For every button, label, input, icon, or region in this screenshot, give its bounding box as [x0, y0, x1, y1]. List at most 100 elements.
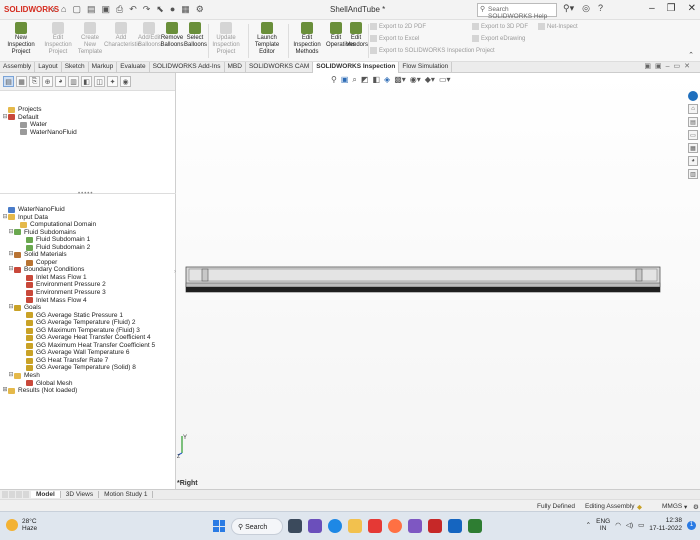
tree-item[interactable]: ⊟ Goals — [0, 304, 155, 312]
user-icon[interactable]: ◎ — [582, 3, 590, 14]
first-tab-icon[interactable] — [2, 491, 8, 498]
feature-tree-tab-icon[interactable]: ▤ — [3, 76, 14, 87]
tree-item[interactable]: GG Average Heat Transfer Coefficient 4 — [0, 334, 155, 342]
tree-item[interactable]: ⊟ Mesh — [0, 372, 155, 380]
tree-item[interactable]: Fluid Subdomain 1 — [0, 236, 155, 244]
firefox-icon[interactable] — [388, 519, 402, 533]
solidworks-resources-icon[interactable] — [688, 91, 698, 101]
dimxpert-tab-icon[interactable]: ⊕ — [42, 76, 53, 87]
maximize-button[interactable]: ❐ — [667, 3, 676, 14]
select-balloons-button[interactable]: Select Balloons — [184, 22, 207, 49]
flow-simulation-tab-icon[interactable]: ✦ — [107, 76, 118, 87]
tree-item[interactable]: ⊟ Input Data — [0, 214, 155, 222]
weather-widget[interactable]: 28°C Haze — [6, 518, 37, 532]
tree-item[interactable]: GG Average Temperature (Fluid) 2 — [0, 319, 155, 327]
model-viewport[interactable] — [176, 73, 700, 489]
export-edrawing-button[interactable]: Export eDrawing — [472, 35, 525, 42]
open-icon[interactable]: ▤ — [87, 4, 96, 15]
net-inspect-button[interactable]: Net-Inspect — [538, 23, 578, 30]
close-button[interactable]: ✕ — [688, 3, 696, 14]
tree-item[interactable]: Computational Domain — [0, 221, 155, 229]
remove-balloons-button[interactable]: Remove Balloons — [160, 22, 184, 49]
tree-item[interactable]: ⊟ Solid Materials — [0, 251, 155, 259]
add-edit-balloons-button[interactable]: Add/Edit Balloons — [138, 22, 161, 49]
tab-evaluate[interactable]: Evaluate — [117, 62, 150, 73]
tree-item[interactable]: WaterNanoFluid — [0, 129, 77, 137]
tree-item[interactable]: ⊞ Results (Not loaded) — [0, 387, 155, 395]
tree-item[interactable]: Inlet Mass Flow 4 — [0, 297, 155, 305]
cam-feature-tab-icon[interactable]: ▥ — [68, 76, 79, 87]
appearances-icon[interactable]: ◕ — [688, 156, 698, 166]
new-inspection-project-button[interactable]: New Inspection Project — [2, 22, 40, 56]
tree-item[interactable]: GG Average Wall Temperature 6 — [0, 349, 155, 357]
tree-item[interactable]: ⊟ Fluid Subdomains — [0, 229, 155, 237]
edit-vendors-button[interactable]: Edit Vendors — [346, 22, 368, 49]
select-icon[interactable]: ⬉ — [156, 4, 164, 15]
graphics-area[interactable]: ⚲ ▣ ⌕ ◩ ◧ ◈ ▩▾ ◉▾ ◆▾ ▭▾ › Y Z *Right ⌂ ▤… — [174, 73, 700, 489]
file-explorer-icon[interactable]: ▭ — [688, 130, 698, 140]
search-dropdown-icon[interactable]: ⚲▾ — [563, 3, 574, 14]
edit-operations-button[interactable]: Edit Operations — [326, 22, 355, 49]
tab-solidworks-inspection[interactable]: SOLIDWORKS Inspection — [313, 62, 400, 73]
flow-analysis-tab-icon[interactable]: ◉ — [120, 76, 131, 87]
tree-item[interactable]: GG Maximum Temperature (Fluid) 3 — [0, 327, 155, 335]
expand-menu-icon[interactable]: › — [52, 4, 55, 15]
tree-item[interactable]: Environment Pressure 2 — [0, 281, 155, 289]
show-hidden-icons-icon[interactable]: ⌃ — [586, 521, 591, 529]
language-indicator[interactable]: ENG IN — [596, 518, 610, 532]
add-characteristic-button[interactable]: Add Characteristic — [104, 22, 141, 49]
design-library-icon[interactable]: ▤ — [688, 117, 698, 127]
units-dropdown-icon[interactable]: ▾ — [684, 503, 687, 511]
edit-inspection-methods-button[interactable]: Edit Inspection Methods — [288, 22, 326, 56]
panel-splitter[interactable]: ••••• — [0, 191, 176, 197]
tree-item[interactable]: GG Average Temperature (Solid) 8 — [0, 364, 155, 372]
window-tile-icons[interactable]: ▣▣–▭✕ — [644, 62, 694, 70]
task-view-icon[interactable] — [288, 519, 302, 533]
tab-assembly[interactable]: Assembly — [0, 62, 36, 73]
save-icon[interactable]: ▣ — [101, 4, 110, 15]
solidworks-logo[interactable]: SOLIDWORKS — [4, 5, 59, 14]
edge-icon[interactable] — [328, 519, 342, 533]
home-icon[interactable]: ⌂ — [688, 104, 698, 114]
tree-item[interactable]: Water — [0, 121, 77, 129]
tree-item[interactable]: WaterNanoFluid — [0, 206, 155, 214]
display-manager-tab-icon[interactable]: ◕ — [55, 76, 66, 87]
tab-solidworks-addins[interactable]: SOLIDWORKS Add-Ins — [150, 62, 225, 73]
notification-badge[interactable]: 1 — [687, 520, 696, 530]
rebuild-icon[interactable]: ● — [170, 4, 175, 15]
custom-properties-icon[interactable]: ▥ — [688, 169, 698, 179]
volume-icon[interactable]: ◁) — [626, 521, 633, 529]
prev-tab-icon[interactable] — [9, 491, 15, 498]
file-properties-icon[interactable]: ▦ — [181, 4, 190, 15]
tab-layout[interactable]: Layout — [35, 62, 62, 73]
tab-model[interactable]: Model — [31, 491, 61, 498]
launch-template-editor-button[interactable]: Launch Template Editor — [248, 22, 286, 56]
help-search-input[interactable]: ⚲ Search SOLIDWORKS Help — [477, 3, 557, 20]
tab-3d-views[interactable]: 3D Views — [61, 491, 100, 498]
create-new-template-button[interactable]: Create New Template — [76, 22, 104, 56]
export-3d-pdf-button[interactable]: Export to 3D PDF — [472, 23, 528, 30]
export-2d-pdf-button[interactable]: Export to 2D PDF — [370, 23, 426, 30]
solidworks-app-icon[interactable] — [428, 519, 442, 533]
new-icon[interactable]: ▢ — [72, 4, 81, 15]
tree-item[interactable]: Inlet Mass Flow 1 — [0, 274, 155, 282]
word-icon[interactable] — [448, 519, 462, 533]
next-tab-icon[interactable] — [16, 491, 22, 498]
cam-operation-tab-icon[interactable]: ◧ — [81, 76, 92, 87]
options-gear-icon[interactable]: ⚙ — [196, 4, 204, 15]
last-tab-icon[interactable] — [23, 491, 29, 498]
rebuild-indicator-icon[interactable]: ◆ — [637, 503, 642, 511]
undo-icon[interactable]: ↶ — [129, 4, 137, 15]
file-explorer-icon[interactable] — [348, 519, 362, 533]
help-icon[interactable]: ? — [598, 3, 603, 14]
battery-icon[interactable]: ▭ — [638, 521, 644, 529]
tab-markup[interactable]: Markup — [89, 62, 118, 73]
units-selector[interactable]: MMGS — [662, 503, 682, 510]
tab-sketch[interactable]: Sketch — [62, 62, 89, 73]
tree-item[interactable]: GG Maximum Heat Transfer Coefficient 5 — [0, 342, 155, 350]
tree-item[interactable]: ⊟ Default — [0, 114, 77, 122]
tree-item[interactable]: Copper — [0, 259, 155, 267]
teams-icon[interactable] — [308, 519, 322, 533]
windows-start-icon[interactable] — [213, 520, 225, 532]
office-icon[interactable] — [368, 519, 382, 533]
